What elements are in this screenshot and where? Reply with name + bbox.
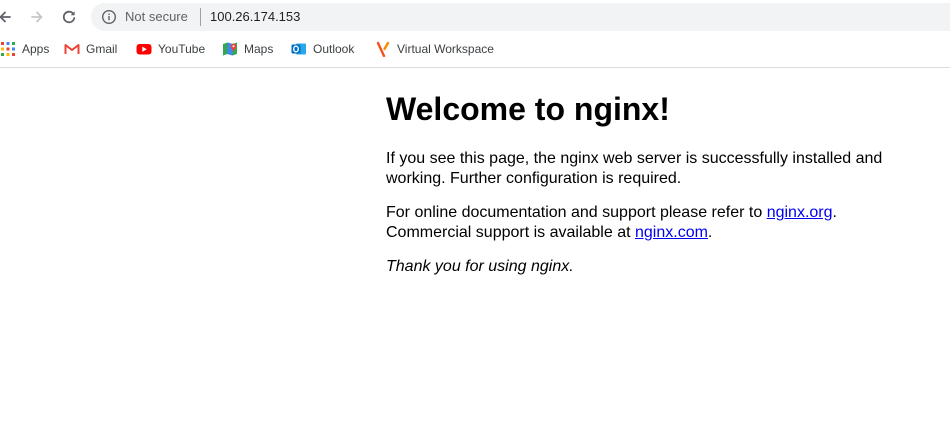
back-button[interactable] [0,6,16,28]
address-bar[interactable]: Not secure 100.26.174.153 [91,3,950,31]
page-content: Welcome to nginx! If you see this page, … [386,88,926,277]
bookmarks-bar: Apps Gmail YouTube Maps Outlook Virtual … [0,38,950,60]
bookmark-apps[interactable]: Apps [0,40,49,58]
intro-paragraph: If you see this page, the nginx web serv… [386,149,926,189]
gmail-icon [64,44,80,54]
address-separator [200,8,201,26]
bookmark-gmail[interactable]: Gmail [64,40,117,58]
nginx-com-link[interactable]: nginx.com [635,224,708,241]
intro-line-2: working. Further configuration is requir… [386,170,682,187]
browser-toolbar: Not secure 100.26.174.153 [0,0,950,35]
maps-icon [223,42,237,56]
bookmark-label: Outlook [313,42,355,56]
arrow-left-icon [0,11,11,23]
commercial-text: Commercial support is available at [386,224,635,241]
info-icon[interactable] [101,9,117,25]
bookmark-label: Virtual Workspace [397,42,494,56]
forward-button[interactable] [26,6,48,28]
docs-text: For online documentation and support ple… [386,204,767,221]
bookmark-youtube[interactable]: YouTube [136,40,205,58]
apps-grid-icon [1,42,15,56]
commercial-period: . [707,224,713,241]
bookmark-label: Maps [244,42,274,56]
security-status[interactable]: Not secure [125,9,188,25]
youtube-icon [136,44,152,55]
workspace-icon [376,41,390,57]
browser-chrome: Not secure 100.26.174.153 Apps Gmail You… [0,0,950,68]
outlook-icon [291,43,306,55]
bookmark-outlook[interactable]: Outlook [291,40,354,58]
bookmark-virtual-workspace[interactable]: Virtual Workspace [375,40,494,58]
reload-icon [62,10,76,24]
docs-period: . [832,204,837,221]
support-paragraph: For online documentation and support ple… [386,203,926,243]
intro-line-1: If you see this page, the nginx web serv… [386,150,883,167]
nginx-org-link[interactable]: nginx.org [767,204,833,221]
bookmark-label: YouTube [158,42,206,56]
page-title: Welcome to nginx! [386,91,670,127]
bookmark-label: Gmail [86,42,118,56]
url-text[interactable]: 100.26.174.153 [210,9,300,25]
thanks-text: Thank you for using nginx. [386,258,574,275]
reload-button[interactable] [58,6,80,28]
bookmark-label: Apps [22,42,50,56]
bookmark-maps[interactable]: Maps [222,40,273,58]
arrow-right-icon [31,11,43,23]
